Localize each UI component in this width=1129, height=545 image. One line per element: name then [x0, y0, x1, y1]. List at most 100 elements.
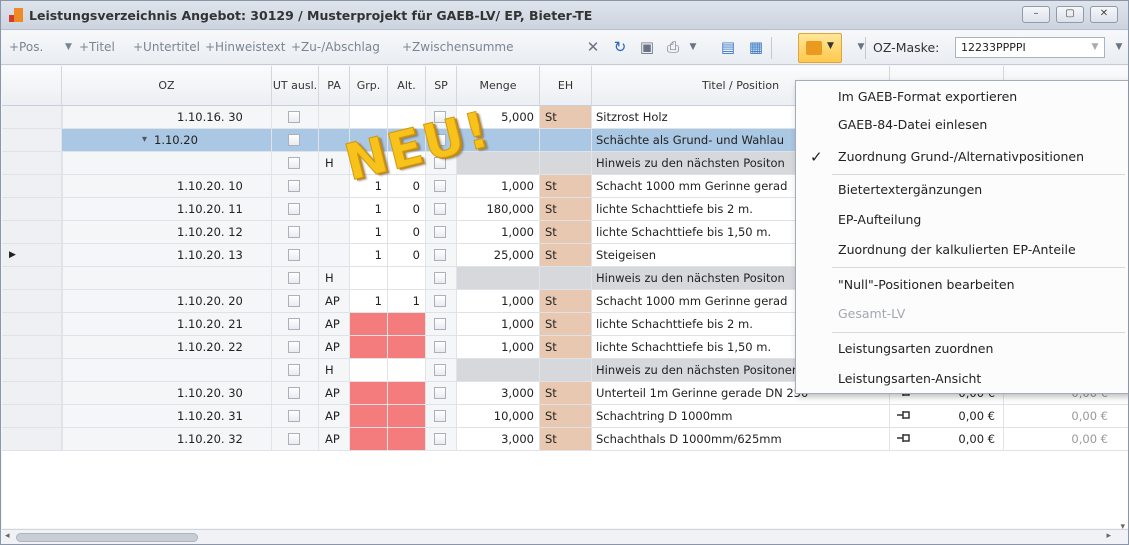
sp-cell[interactable] [426, 267, 457, 289]
delete-icon[interactable]: ✕ [583, 37, 603, 57]
print-icon[interactable]: ⎙ [663, 37, 683, 57]
ut-ausl-cell[interactable] [272, 313, 319, 335]
more-dropdown-icon[interactable]: ▼ [851, 37, 871, 57]
ut-ausl-cell[interactable] [272, 267, 319, 289]
alt-cell[interactable] [388, 336, 426, 358]
ut-ausl-cell[interactable] [272, 382, 319, 404]
sp-cell[interactable] [426, 290, 457, 312]
row-indicator[interactable] [2, 336, 62, 358]
ut-ausl-checkbox[interactable] [288, 249, 300, 261]
oz-cell[interactable]: 1.10.20. 20 [62, 290, 272, 312]
grp-cell[interactable] [350, 313, 388, 335]
oz-cell[interactable]: 1.10.20. 22 [62, 336, 272, 358]
add-position-button[interactable]: +Pos. [9, 40, 43, 54]
menu-item-alternative-assignment[interactable]: ✓ Zuordnung Grund-/Alternativpositionen [796, 143, 1128, 171]
eh-cell[interactable] [540, 359, 592, 381]
scroll-right-icon[interactable]: ▸ [1106, 531, 1111, 541]
sp-checkbox[interactable] [434, 180, 446, 192]
ut-ausl-checkbox[interactable] [288, 203, 300, 215]
alt-cell[interactable] [388, 267, 426, 289]
pa-cell[interactable]: AP [319, 290, 350, 312]
alt-cell[interactable] [388, 359, 426, 381]
ut-ausl-cell[interactable] [272, 336, 319, 358]
oz-cell[interactable]: 1.10.16. 30 [62, 106, 272, 128]
grp-cell[interactable]: 1 [350, 244, 388, 266]
sp-cell[interactable] [426, 382, 457, 404]
header-sp[interactable]: SP [426, 66, 457, 106]
row-indicator[interactable] [2, 382, 62, 404]
row-indicator[interactable] [2, 106, 62, 128]
sp-cell[interactable] [426, 405, 457, 427]
row-indicator[interactable] [2, 359, 62, 381]
pa-cell[interactable]: AP [319, 405, 350, 427]
pa-cell[interactable] [319, 106, 350, 128]
oz-cell[interactable] [62, 359, 272, 381]
scroll-down-icon[interactable]: ▾ [1120, 522, 1125, 532]
ut-ausl-checkbox[interactable] [288, 272, 300, 284]
grp-cell[interactable] [350, 336, 388, 358]
alt-cell[interactable]: 0 [388, 198, 426, 220]
menge-cell[interactable]: 3,000 [457, 428, 540, 450]
ut-ausl-cell[interactable] [272, 221, 319, 243]
menge-cell[interactable]: 3,000 [457, 382, 540, 404]
header-eh[interactable]: EH [540, 66, 592, 106]
oz-mask-select[interactable]: 12233PPPPI ▼ [955, 37, 1105, 58]
menge-cell[interactable]: 10,000 [457, 405, 540, 427]
ut-ausl-cell[interactable] [272, 428, 319, 450]
eh-cell[interactable]: St [540, 106, 592, 128]
header-pa[interactable]: PA [319, 66, 350, 106]
ut-ausl-cell[interactable] [272, 129, 319, 151]
ut-ausl-checkbox[interactable] [288, 111, 300, 123]
row-indicator[interactable] [2, 405, 62, 427]
sp-checkbox[interactable] [434, 433, 446, 445]
minimize-button[interactable]: – [1022, 6, 1050, 23]
sp-checkbox[interactable] [434, 249, 446, 261]
row-indicator[interactable] [2, 267, 62, 289]
ut-ausl-cell[interactable] [272, 175, 319, 197]
grp-cell[interactable]: 1 [350, 290, 388, 312]
eh-cell[interactable]: St [540, 175, 592, 197]
menu-item-ep-split[interactable]: EP-Aufteilung [796, 206, 1128, 234]
row-indicator[interactable] [2, 428, 62, 450]
maximize-button[interactable]: ▢ [1056, 6, 1084, 23]
grp-cell[interactable] [350, 405, 388, 427]
alt-cell[interactable]: 1 [388, 290, 426, 312]
close-button[interactable]: ✕ [1090, 6, 1118, 23]
oz-cell[interactable]: 1.10.20. 31 [62, 405, 272, 427]
pin-icon[interactable] [896, 409, 912, 421]
ut-ausl-checkbox[interactable] [288, 226, 300, 238]
ut-ausl-checkbox[interactable] [288, 134, 300, 146]
eh-cell[interactable]: St [540, 405, 592, 427]
grp-cell[interactable]: 1 [350, 221, 388, 243]
ut-ausl-checkbox[interactable] [288, 180, 300, 192]
titel-position-cell[interactable]: Schachtring D 1000mm [592, 405, 890, 427]
ut-ausl-checkbox[interactable] [288, 318, 300, 330]
row-indicator[interactable] [2, 129, 62, 151]
pa-cell[interactable]: H [319, 359, 350, 381]
pa-cell[interactable]: AP [319, 313, 350, 335]
row-indicator[interactable] [2, 221, 62, 243]
menge-cell[interactable]: 25,000 [457, 244, 540, 266]
pa-cell[interactable] [319, 198, 350, 220]
add-surcharge-button[interactable]: +Zu-/Abschlag [291, 40, 380, 54]
ut-ausl-cell[interactable] [272, 198, 319, 220]
save-icon[interactable]: ▣ [637, 37, 657, 57]
grp-cell[interactable] [350, 428, 388, 450]
eh-cell[interactable]: St [540, 221, 592, 243]
oz-cell[interactable] [62, 267, 272, 289]
gaeb-package-button[interactable]: ▼ [798, 33, 842, 63]
horizontal-scrollbar[interactable]: ◂ ▸ ▾ [2, 522, 1128, 544]
pa-cell[interactable] [319, 175, 350, 197]
sp-checkbox[interactable] [434, 341, 446, 353]
print-dropdown-icon[interactable]: ▼ [683, 37, 703, 57]
menge-cell[interactable]: 1,000 [457, 290, 540, 312]
add-hint-text-button[interactable]: +Hinweistext [205, 40, 285, 54]
grp-cell[interactable] [350, 359, 388, 381]
sp-checkbox[interactable] [434, 226, 446, 238]
ut-ausl-cell[interactable] [272, 244, 319, 266]
ut-ausl-checkbox[interactable] [288, 364, 300, 376]
sp-cell[interactable] [426, 336, 457, 358]
menu-item-gaeb-export[interactable]: Im GAEB-Format exportieren [796, 83, 1128, 111]
table-row[interactable]: 1.10.20. 31 AP 10,000 St Schachtring D 1000m… [2, 405, 1128, 428]
sp-checkbox[interactable] [434, 272, 446, 284]
